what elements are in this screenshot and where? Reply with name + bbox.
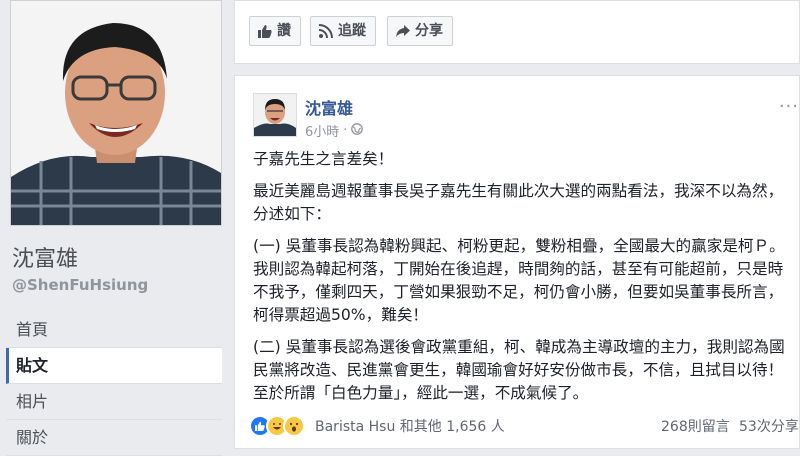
post-author-name[interactable]: 沈富雄 bbox=[305, 95, 353, 119]
globe-icon bbox=[351, 122, 364, 139]
page-action-bar: 讚 追蹤 分享 bbox=[234, 0, 800, 64]
post-footer: Barista Hsu 和其他 1,656 人 268則留言 53次分享 bbox=[249, 415, 799, 437]
wow-reaction-icon bbox=[283, 415, 305, 437]
post-author-avatar[interactable] bbox=[253, 93, 297, 137]
comments-count[interactable]: 268則留言 bbox=[661, 416, 730, 436]
nav-item-photos[interactable]: 相片 bbox=[6, 384, 222, 420]
nav-item-about[interactable]: 關於 bbox=[6, 420, 222, 456]
shares-count[interactable]: 53次分享 bbox=[739, 416, 799, 436]
thumbs-up-icon bbox=[258, 24, 272, 38]
nav-item-posts[interactable]: 貼文 bbox=[6, 348, 222, 384]
more-icon[interactable]: ··· bbox=[779, 96, 799, 117]
post-body: 子嘉先生之言差矣！ 最近美麗島週報董事長吳子嘉先生有關此次大選的兩點看法，我深不… bbox=[253, 148, 793, 414]
post-timestamp[interactable]: 6小時 bbox=[305, 121, 339, 140]
left-column: 沈富雄 @ShenFuHsiung 首頁 貼文 相片 關於 bbox=[0, 0, 228, 456]
share-arrow-icon bbox=[396, 24, 410, 38]
page-handle[interactable]: @ShenFuHsiung bbox=[12, 276, 148, 294]
post-meta: 6小時 · bbox=[305, 121, 364, 140]
follow-button[interactable]: 追蹤 bbox=[310, 16, 376, 46]
reactions-summary[interactable]: Barista Hsu 和其他 1,656 人 bbox=[315, 416, 505, 436]
post-paragraph: 子嘉先生之言差矣！ bbox=[253, 150, 394, 168]
page-name[interactable]: 沈富雄 bbox=[12, 241, 78, 273]
page-nav: 首頁 貼文 相片 關於 bbox=[6, 312, 222, 456]
post-card: 沈富雄 6小時 · ··· 子嘉先生之言差矣！ 最近美麗島週報董事長吳子嘉先生有… bbox=[234, 75, 800, 449]
share-page-button[interactable]: 分享 bbox=[387, 16, 453, 46]
post-paragraph: 最近美麗島週報董事長吳子嘉先生有關此次大選的兩點看法，我深不以為然，分述如下： bbox=[253, 182, 784, 223]
follow-label: 追蹤 bbox=[338, 23, 366, 39]
post-paragraph: (二) 吳董事長認為選後會政黨重組，柯、韓成為主導政壇的主力，我則認為國民黨將改… bbox=[253, 338, 785, 402]
reaction-icons[interactable] bbox=[249, 415, 305, 437]
post-paragraph: (一) 吳董事長認為韓粉興起、柯粉更起，雙粉相疊，全國最大的贏家是柯Ｐ。我則認為… bbox=[253, 237, 785, 324]
like-page-button[interactable]: 讚 bbox=[249, 16, 301, 46]
nav-item-home[interactable]: 首頁 bbox=[6, 312, 222, 348]
rss-icon bbox=[319, 24, 333, 38]
like-page-label: 讚 bbox=[277, 23, 291, 39]
share-page-label: 分享 bbox=[415, 23, 443, 39]
profile-photo[interactable] bbox=[10, 0, 222, 226]
